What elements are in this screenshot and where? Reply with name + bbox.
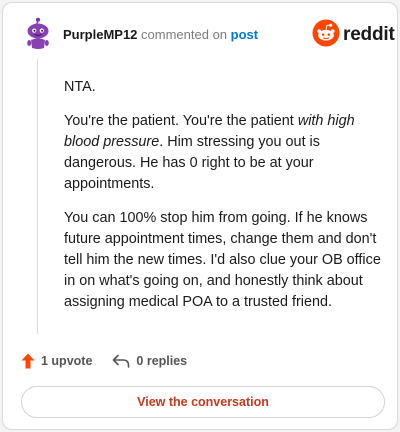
comment-footer: 1 upvote 0 replies xyxy=(21,351,187,371)
reddit-logo-icon xyxy=(312,19,340,52)
action-text: commented on xyxy=(141,27,228,42)
view-conversation-button[interactable]: View the conversation xyxy=(21,386,385,418)
comment-paragraph: NTA. xyxy=(64,79,96,95)
avatar-snoo-icon[interactable] xyxy=(21,17,55,51)
comment-header: PurpleMP12 commented on post reddit xyxy=(3,3,397,59)
reddit-wordmark: reddit xyxy=(343,24,395,45)
thread-line xyxy=(37,59,38,334)
username-link[interactable]: PurpleMP12 xyxy=(63,27,137,42)
reddit-brand[interactable]: reddit xyxy=(312,19,395,52)
upvote-button[interactable]: 1 upvote xyxy=(21,353,92,369)
comment-paragraph: You can 100% stop him from going. If he … xyxy=(64,210,381,310)
comment-meta: PurpleMP12 commented on post xyxy=(63,27,258,43)
reply-count: 0 replies xyxy=(136,354,188,368)
embedded-comment-card: PurpleMP12 commented on post reddit NTA.… xyxy=(2,2,398,430)
upvote-arrow-icon xyxy=(21,353,35,369)
comment-paragraph: You're the patient. You're the patient w… xyxy=(64,113,355,192)
reply-arrow-icon xyxy=(112,354,130,368)
upvote-count: 1 upvote xyxy=(41,354,93,368)
comment-body: NTA. You're the patient. You're the pati… xyxy=(64,77,382,326)
post-link[interactable]: post xyxy=(231,27,258,42)
reply-button[interactable]: 0 replies xyxy=(112,354,187,368)
